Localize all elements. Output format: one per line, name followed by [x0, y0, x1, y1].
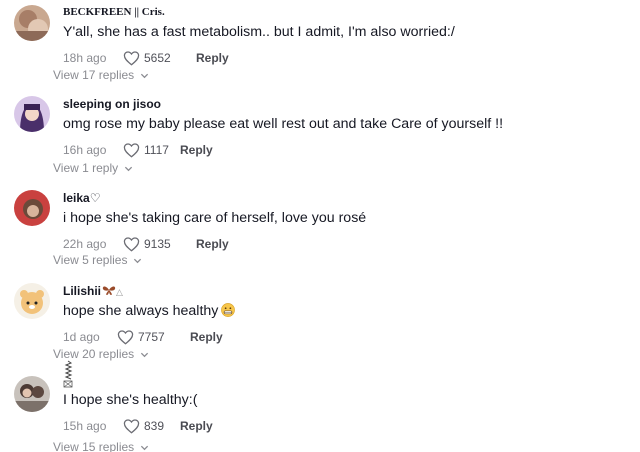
view-replies-button[interactable]: View 5 replies [53, 253, 142, 267]
like-button[interactable]: 9135 [123, 236, 180, 252]
heart-outline-icon [117, 330, 134, 345]
like-count: 1117 [144, 143, 169, 157]
like-count: 839 [144, 419, 165, 433]
comment-text-content: hope she always healthy [63, 303, 219, 319]
comment-timestamp: 15h ago [63, 419, 107, 433]
reply-button[interactable]: Reply [180, 419, 213, 433]
comment-timestamp: 16h ago [63, 143, 107, 157]
comment-timestamp: 18h ago [63, 51, 107, 65]
view-replies-button[interactable]: View 20 replies [53, 347, 149, 361]
view-replies-label: View 15 replies [53, 440, 135, 452]
avatar[interactable] [14, 96, 50, 132]
comment-timestamp: 22h ago [63, 237, 107, 251]
username-glyph-icon[interactable] [63, 360, 73, 388]
view-replies-button[interactable]: View 1 reply [53, 161, 133, 175]
comment-username[interactable]: BECKFREEN || Cris. [63, 5, 630, 20]
like-button[interactable]: 1117 [123, 142, 169, 158]
view-replies-button[interactable]: View 15 replies [53, 440, 149, 452]
comment-meta: 22h ago 9135 Reply [63, 236, 630, 252]
chevron-down-icon [141, 73, 149, 78]
heart-outline-icon [123, 419, 140, 434]
grimacing-face-emoji-icon [221, 303, 236, 317]
like-count: 5652 [144, 51, 171, 65]
comment-text: hope she always healthy [63, 302, 630, 321]
reply-button[interactable]: Reply [190, 330, 223, 344]
heart-outline-icon [123, 143, 140, 158]
view-replies-label: View 17 replies [53, 68, 135, 82]
butterfly-icon [102, 286, 116, 295]
comment-meta: 1d ago 7757 Reply [63, 329, 630, 345]
avatar[interactable] [14, 190, 50, 226]
comment-username[interactable]: Lilishii △ [63, 284, 630, 299]
heart-outline-icon [123, 51, 140, 66]
comment-username[interactable]: leika♡ [63, 191, 630, 206]
view-replies-label: View 5 replies [53, 253, 128, 267]
avatar[interactable] [14, 376, 50, 412]
view-replies-label: View 1 reply [53, 161, 119, 175]
reply-button[interactable]: Reply [180, 143, 213, 157]
avatar[interactable] [14, 5, 50, 41]
like-button[interactable]: 5652 [123, 50, 180, 66]
chevron-down-icon [141, 352, 149, 357]
chevron-down-icon [141, 445, 149, 450]
comment-text: i hope she's taking care of herself, lov… [63, 210, 367, 226]
comment-meta: 16h ago 1117 Reply [63, 142, 630, 158]
comment-text: omg rose my baby please eat well rest ou… [63, 116, 504, 132]
comment-meta: 15h ago 839 Reply [63, 418, 630, 434]
chevron-down-icon [125, 166, 133, 171]
like-count: 7757 [138, 330, 165, 344]
comment-meta: 18h ago 5652 Reply [63, 50, 630, 66]
like-button[interactable]: 7757 [117, 329, 174, 345]
like-button[interactable]: 839 [123, 418, 164, 434]
heart-outline-icon [123, 237, 140, 252]
view-replies-button[interactable]: View 17 replies [53, 68, 149, 82]
like-count: 9135 [144, 237, 171, 251]
view-replies-label: View 20 replies [53, 347, 135, 361]
sparkle-icon: △ [116, 287, 123, 297]
comment-username[interactable]: sleeping on jisoo [63, 97, 630, 112]
comment-text: Y'all, she has a fast metabolism.. but I… [63, 24, 455, 40]
reply-button[interactable]: Reply [196, 51, 229, 65]
chevron-down-icon [134, 258, 142, 263]
reply-button[interactable]: Reply [196, 237, 229, 251]
comment-text: I hope she's healthy:( [63, 392, 198, 408]
avatar[interactable] [14, 283, 50, 319]
username-text: Lilishii [63, 284, 102, 298]
comment-timestamp: 1d ago [63, 330, 100, 344]
